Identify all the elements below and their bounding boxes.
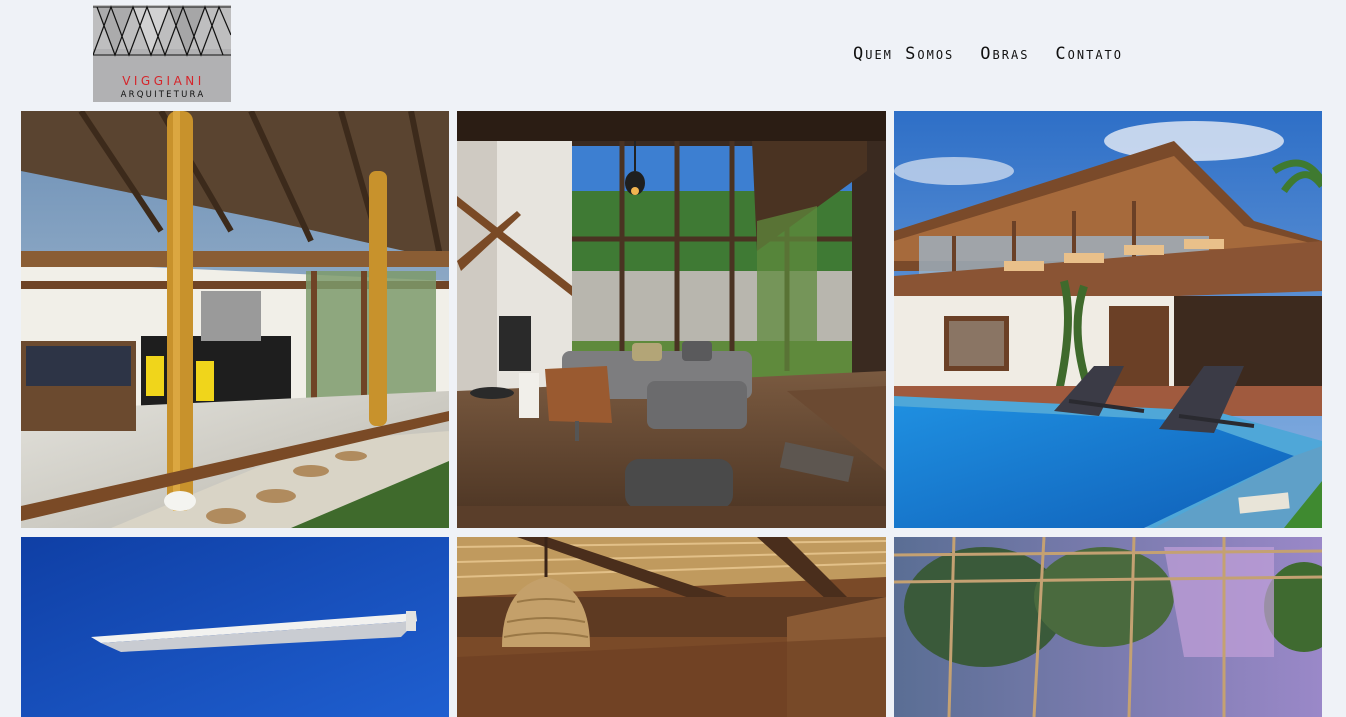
gallery-tile-living-room[interactable]	[457, 111, 886, 528]
gallery-tile-wicker-pendant[interactable]	[457, 537, 886, 717]
covered-veranda-photo	[21, 111, 449, 528]
site-header: VIGGIANI ARQUITETURA Quem Somos Obras Co…	[0, 0, 1346, 111]
glass-pergola-photo	[894, 537, 1322, 717]
nav-link-obras[interactable]: Obras	[980, 44, 1029, 64]
gallery-tile-veranda[interactable]	[21, 111, 449, 528]
gallery-tile-roof-sky[interactable]	[21, 537, 449, 717]
living-room-photo	[457, 111, 886, 528]
gallery-tile-pool-house[interactable]	[894, 111, 1322, 528]
brand-subtitle: ARQUITETURA	[120, 90, 206, 100]
nav-link-contato[interactable]: Contato	[1055, 44, 1123, 64]
brand-name: VIGGIANI	[122, 74, 205, 88]
brand-logo[interactable]: VIGGIANI ARQUITETURA	[93, 5, 231, 102]
pool-house-photo	[894, 111, 1322, 528]
gallery-tile-glass-pergola[interactable]	[894, 537, 1322, 717]
nav-link-quem-somos[interactable]: Quem Somos	[853, 44, 954, 64]
white-roof-sky-photo	[21, 537, 449, 717]
wicker-pendant-photo	[457, 537, 886, 717]
main-nav: Quem Somos Obras Contato	[853, 44, 1123, 64]
